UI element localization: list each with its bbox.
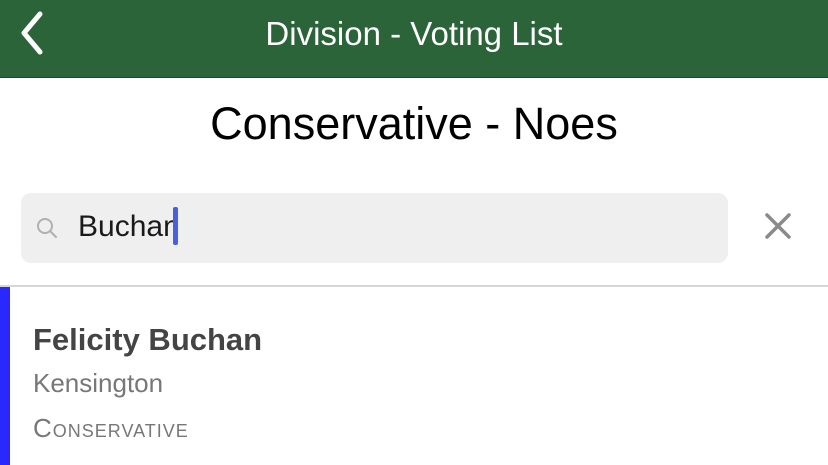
close-icon	[765, 212, 791, 244]
member-party: Conservative	[33, 413, 189, 443]
member-list-item[interactable]: Felicity Buchan Kensington Conservative	[0, 287, 828, 465]
search-icon	[36, 217, 58, 239]
search-input-value[interactable]: Buchan	[78, 207, 180, 247]
member-name: Felicity Buchan	[33, 322, 263, 357]
nav-title: Division - Voting List	[265, 15, 563, 52]
party-color-stripe	[0, 287, 10, 465]
page-title: Conservative - Noes	[210, 98, 618, 149]
navigation-bar: Division - Voting List	[0, 0, 828, 78]
app-screen: Division - Voting List Conservative - No…	[0, 0, 828, 465]
text-cursor	[173, 207, 178, 245]
member-constituency: Kensington	[33, 368, 164, 398]
clear-search-button[interactable]	[758, 208, 798, 248]
